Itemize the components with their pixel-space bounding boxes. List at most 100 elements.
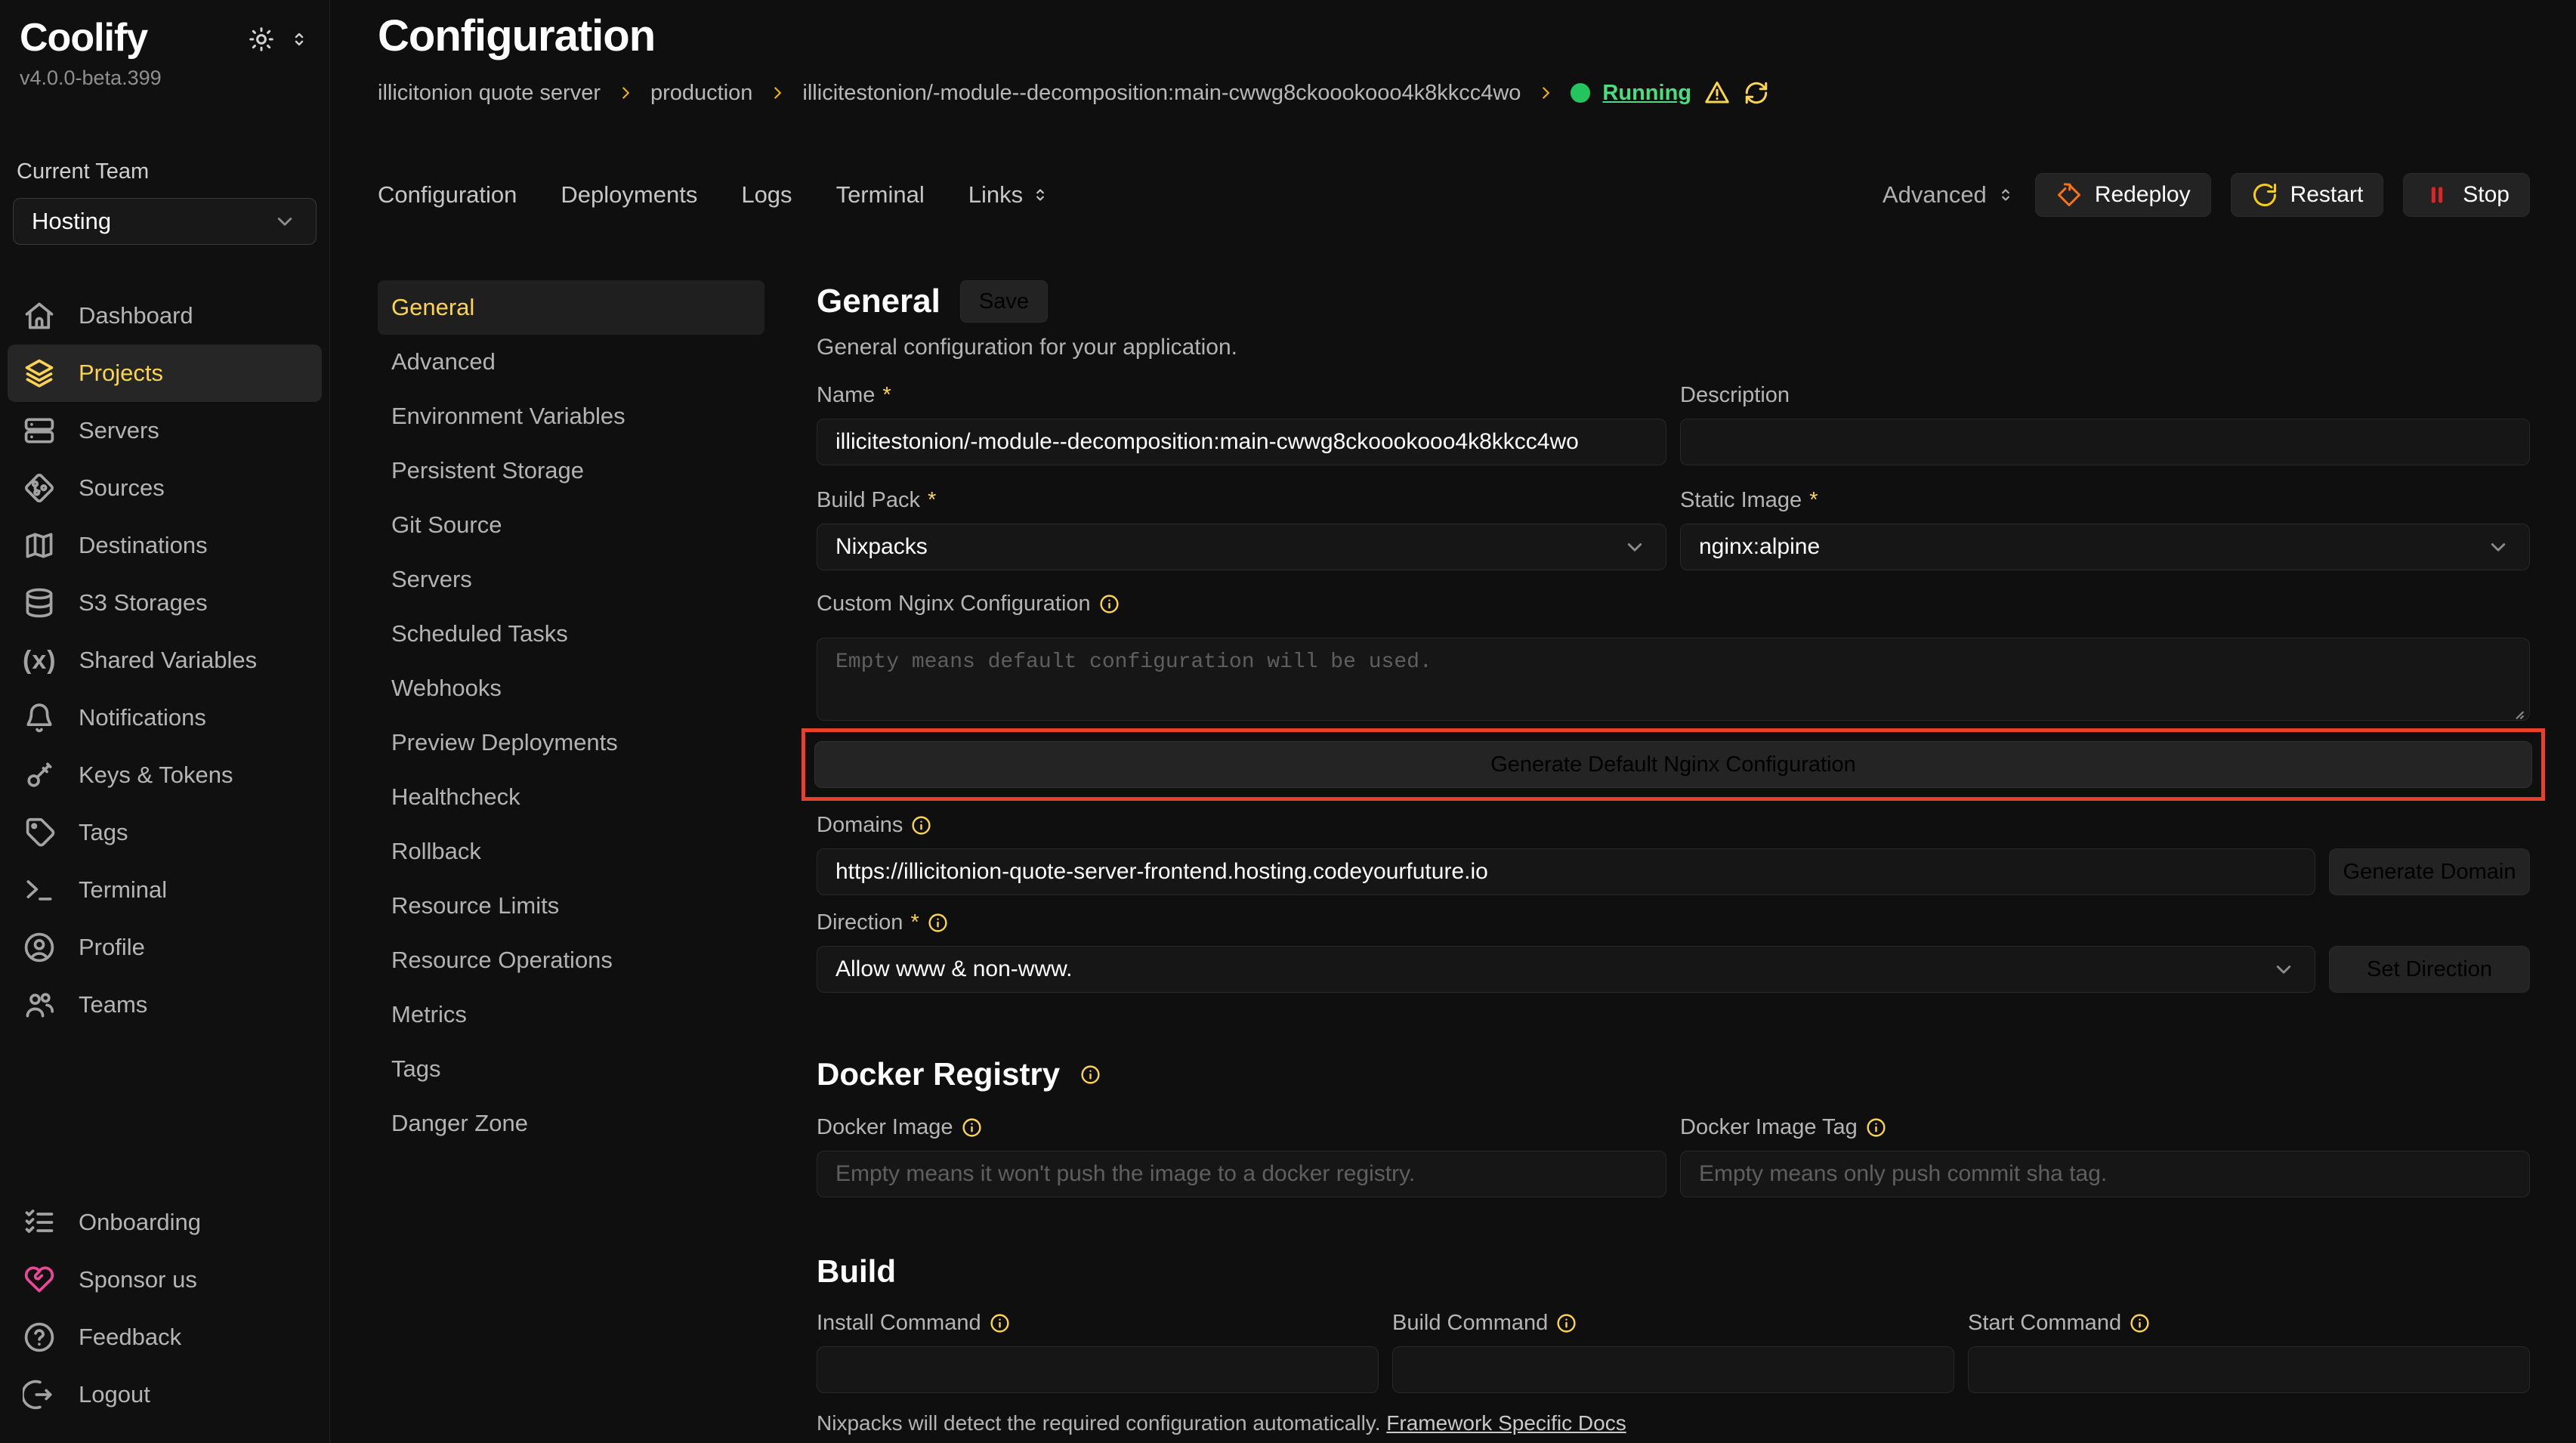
restart-button[interactable]: Restart [2231, 173, 2384, 217]
sidebar-item-profile[interactable]: Profile [8, 919, 322, 976]
sidebar-item-servers[interactable]: Servers [8, 402, 322, 459]
section-heading-build: Build [817, 1253, 2530, 1290]
required-mark: * [910, 910, 919, 935]
sidebar-item-sources[interactable]: Sources [8, 459, 322, 517]
name-label: Name [817, 383, 875, 408]
subnav-general[interactable]: General [378, 280, 764, 335]
start-command-label: Start Command [1968, 1311, 2121, 1336]
set-direction-button[interactable]: Set Direction [2329, 946, 2530, 993]
updown-icon [1996, 185, 2015, 205]
subnav-rollback[interactable]: Rollback [378, 824, 764, 879]
sidebar-item-label: Terminal [79, 876, 167, 904]
direction-select[interactable]: Allow www & non-www. [817, 946, 2315, 993]
sidebar-item-destinations[interactable]: Destinations [8, 517, 322, 574]
subnav-danger-zone[interactable]: Danger Zone [378, 1096, 764, 1151]
sidebar-item-sponsor-us[interactable]: Sponsor us [8, 1251, 322, 1309]
redeploy-button[interactable]: Redeploy [2035, 173, 2211, 217]
static-image-select[interactable]: nginx:alpine [1680, 524, 2530, 570]
chevron-down-icon [272, 209, 298, 234]
sidebar-item-tags[interactable]: Tags [8, 804, 322, 861]
subnav-webhooks[interactable]: Webhooks [378, 661, 764, 715]
restart-icon [2251, 181, 2278, 209]
theme-toggle-sun-icon[interactable] [248, 26, 275, 53]
tab-logs[interactable]: Logs [741, 181, 792, 209]
build-pack-select[interactable]: Nixpacks [817, 524, 1666, 570]
team-select[interactable]: Hosting [13, 198, 317, 245]
subnav-resource-operations[interactable]: Resource Operations [378, 933, 764, 987]
info-icon [1098, 593, 1120, 615]
sidebar-item-label: Feedback [79, 1324, 181, 1351]
subnav-scheduled-tasks[interactable]: Scheduled Tasks [378, 607, 764, 661]
subnav-healthcheck[interactable]: Healthcheck [378, 770, 764, 824]
app-version: v4.0.0-beta.399 [0, 66, 329, 90]
framework-docs-link[interactable]: Framework Specific Docs [1386, 1411, 1626, 1435]
description-input[interactable] [1680, 419, 2530, 465]
start-command-input[interactable] [1968, 1346, 2530, 1393]
sidebar-item-teams[interactable]: Teams [8, 976, 322, 1034]
subnav-environment-variables[interactable]: Environment Variables [378, 389, 764, 443]
sidebar-item-projects[interactable]: Projects [8, 345, 322, 402]
advanced-label: Advanced [1883, 181, 1987, 209]
sidebar-item-keys-tokens[interactable]: Keys & Tokens [8, 746, 322, 804]
subnav-advanced[interactable]: Advanced [378, 335, 764, 389]
tab-terminal[interactable]: Terminal [836, 181, 925, 209]
domains-input[interactable] [817, 848, 2315, 895]
heart-hands-icon [23, 1263, 56, 1296]
chevron-down-icon [2485, 534, 2511, 560]
save-button[interactable]: Save [960, 280, 1048, 323]
tab-deployments[interactable]: Deployments [561, 181, 697, 209]
sidebar-footer: Onboarding Sponsor us Feedback Logout [0, 1194, 329, 1423]
domains-label: Domains [817, 813, 903, 838]
generate-nginx-config-button[interactable]: Generate Default Nginx Configuration [814, 741, 2532, 788]
breadcrumb-application[interactable]: illicitestonion/-module--decomposition:m… [802, 81, 1521, 106]
subnav-metrics[interactable]: Metrics [378, 987, 764, 1042]
redeploy-label: Redeploy [2095, 182, 2191, 208]
subnav-git-source[interactable]: Git Source [378, 498, 764, 552]
build-command-input[interactable] [1392, 1346, 1954, 1393]
sidebar-item-s3-storages[interactable]: S3 Storages [8, 574, 322, 632]
redeploy-icon [2056, 181, 2083, 209]
status-running-link[interactable]: Running [1602, 81, 1691, 106]
refresh-icon[interactable] [1743, 79, 1770, 107]
generate-domain-button[interactable]: Generate Domain [2329, 848, 2530, 895]
subnav-tags[interactable]: Tags [378, 1042, 764, 1096]
subnav-preview-deployments[interactable]: Preview Deployments [378, 715, 764, 770]
subnav-servers[interactable]: Servers [378, 552, 764, 607]
tab-links[interactable]: Links [968, 181, 1050, 209]
sidebar-item-feedback[interactable]: Feedback [8, 1309, 322, 1366]
bell-icon [23, 701, 56, 734]
sidebar-item-logout[interactable]: Logout [8, 1366, 322, 1423]
sidebar-item-label: Sponsor us [79, 1266, 197, 1293]
docker-image-input[interactable] [817, 1151, 1666, 1197]
theme-selector-updown-icon[interactable] [289, 29, 310, 50]
stop-button[interactable]: Stop [2403, 173, 2530, 217]
name-input[interactable] [817, 419, 1666, 465]
breadcrumb-environment[interactable]: production [650, 81, 752, 106]
sidebar-item-terminal[interactable]: Terminal [8, 861, 322, 919]
custom-nginx-textarea[interactable] [817, 638, 2530, 721]
sidebar-item-dashboard[interactable]: Dashboard [8, 287, 322, 345]
warning-icon [1703, 79, 1731, 107]
advanced-menu[interactable]: Advanced [1883, 181, 2015, 209]
breadcrumb-project[interactable]: illicitonion quote server [378, 81, 601, 106]
tab-links-label: Links [968, 181, 1023, 209]
subnav-persistent-storage[interactable]: Persistent Storage [378, 443, 764, 498]
resize-grip-icon[interactable] [2506, 701, 2525, 721]
docker-image-tag-input[interactable] [1680, 1151, 2530, 1197]
breadcrumb: illicitonion quote server production ill… [378, 79, 2530, 107]
page-title: Configuration [378, 11, 2530, 61]
git-source-icon [23, 471, 56, 505]
tab-configuration[interactable]: Configuration [378, 181, 517, 209]
install-command-input[interactable] [817, 1346, 1379, 1393]
sidebar-item-label: Profile [79, 934, 145, 961]
subnav-resource-limits[interactable]: Resource Limits [378, 879, 764, 933]
sidebar-item-label: S3 Storages [79, 589, 208, 616]
description-label: Description [1680, 383, 1790, 408]
chevron-right-icon [768, 83, 787, 103]
sidebar-item-onboarding[interactable]: Onboarding [8, 1194, 322, 1251]
sidebar-item-label: Sources [79, 474, 165, 502]
info-icon [989, 1312, 1011, 1334]
sidebar-item-shared-variables[interactable]: (x)Shared Variables [8, 632, 322, 689]
sidebar-item-notifications[interactable]: Notifications [8, 689, 322, 746]
restart-label: Restart [2290, 182, 2364, 208]
